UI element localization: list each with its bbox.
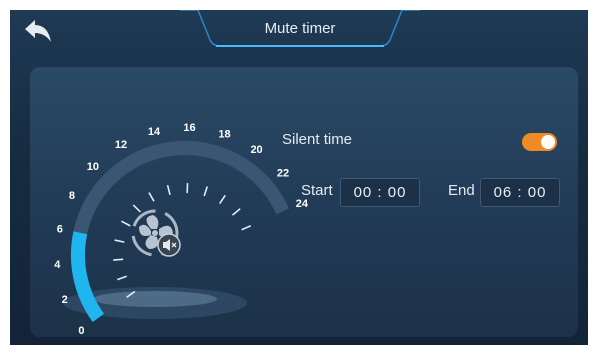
page-title: Mute timer bbox=[264, 20, 336, 37]
gauge-tick-label: 18 bbox=[218, 128, 230, 140]
gauge-tick-label: 8 bbox=[69, 190, 75, 202]
fan-mute-icon bbox=[131, 209, 181, 257]
gauge-tick bbox=[241, 224, 252, 231]
gauge-tick-label: 20 bbox=[250, 144, 262, 156]
gauge-tick-label: 24 bbox=[296, 198, 309, 210]
gauge-base-highlight bbox=[93, 291, 217, 307]
back-arrow-icon bbox=[25, 20, 51, 42]
gauge-tick-label: 22 bbox=[277, 168, 289, 180]
gauge-tick-label: 16 bbox=[183, 122, 195, 134]
toggle-knob bbox=[541, 135, 555, 149]
header-bar: Mute timer bbox=[10, 10, 588, 62]
gauge-tick bbox=[148, 192, 155, 202]
timer-gauge: 02468101214 1618202224 bbox=[54, 122, 309, 335]
back-button[interactable] bbox=[22, 18, 54, 46]
gauge-tick bbox=[166, 184, 171, 196]
gauge-tick bbox=[117, 275, 128, 281]
start-label: Start bbox=[301, 182, 333, 199]
gauge-tick-label: 0 bbox=[78, 325, 84, 335]
silent-time-label: Silent time bbox=[282, 131, 353, 148]
gauge-tick bbox=[203, 186, 209, 197]
gauge-tick-label: 2 bbox=[62, 294, 68, 306]
gauge-tick bbox=[121, 220, 131, 227]
gauge-tick-label: 14 bbox=[148, 126, 161, 138]
start-time-field[interactable]: 00 : 00 bbox=[340, 178, 420, 207]
gauge-tick-label: 6 bbox=[57, 223, 63, 235]
mute-timer-screen: Mute timer 0 2 4 6 8 10 12 14 16 18 20 22 24 Silent … bbox=[10, 10, 588, 345]
gauge-tick-label: 12 bbox=[115, 139, 127, 151]
gauge-tick-label: 10 bbox=[87, 161, 99, 173]
gauge-tick bbox=[113, 258, 124, 261]
gauge-tick-label: 4 bbox=[54, 259, 61, 271]
end-label: End bbox=[448, 182, 475, 199]
end-time-field[interactable]: 06 : 00 bbox=[480, 178, 560, 207]
gauge-tick bbox=[132, 204, 141, 213]
silent-time-toggle[interactable] bbox=[522, 133, 557, 151]
gauge-tick bbox=[114, 239, 125, 243]
gauge-tick bbox=[219, 194, 226, 205]
gauge-tick bbox=[231, 208, 241, 216]
